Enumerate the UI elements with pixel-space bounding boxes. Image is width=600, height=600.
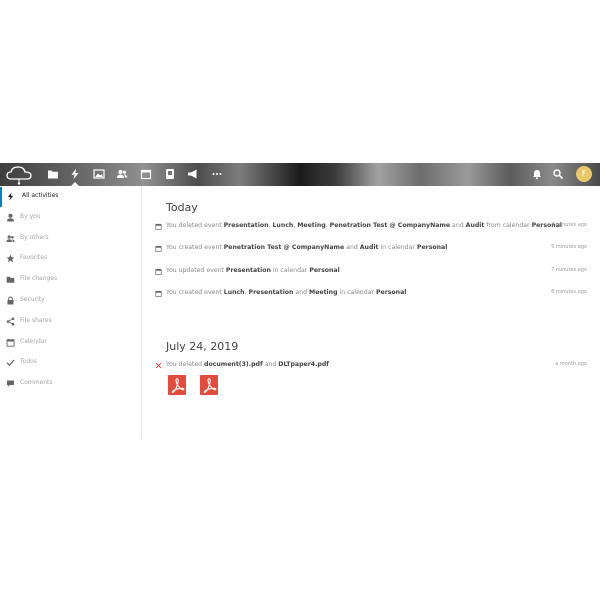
calendar-icon: [6, 338, 15, 347]
activity-item: You created event Lunch, Presentation an…: [155, 289, 587, 301]
calendar-icon: [155, 223, 162, 230]
checkmark-icon: [6, 358, 15, 367]
activity-object-link[interactable]: Personal: [376, 289, 406, 296]
activity-text: in calendar: [270, 266, 310, 274]
calendar-icon: [155, 268, 162, 275]
sidebar-item-favorites[interactable]: Favorites: [0, 249, 141, 269]
folder-icon: [6, 275, 15, 284]
activity-subject: You updated event Presentation in calend…: [166, 267, 340, 274]
activity-object-link[interactable]: Lunch: [224, 289, 245, 296]
activity-object-link[interactable]: DLTpaper4.pdf: [278, 361, 329, 368]
sidebar-item-calendar[interactable]: Calendar: [0, 333, 141, 353]
delete-icon: [155, 362, 162, 369]
activity-object-link[interactable]: Audit: [466, 222, 485, 229]
sidebar-item-label: File changes: [20, 275, 58, 283]
contacts-icon[interactable]: [116, 168, 128, 180]
activity-object-link[interactable]: Personal: [309, 267, 339, 274]
header-bar: F: [0, 163, 600, 186]
files-icon[interactable]: [47, 168, 59, 180]
calendar-icon: [155, 245, 162, 253]
user-avatar[interactable]: F: [576, 166, 592, 182]
deck-icon[interactable]: [164, 168, 176, 180]
activity-object-link[interactable]: Lunch: [272, 222, 293, 229]
sidebar-item-by-others[interactable]: By others: [0, 229, 141, 249]
activity-object-link[interactable]: Penetration Test @ CompanyName: [224, 244, 344, 251]
user-icon: [6, 213, 15, 222]
activity-text: from calendar: [484, 222, 532, 229]
activity-stream: Today You deleted event Presentation, Lun…: [142, 186, 600, 438]
activity-text: You updated event: [166, 266, 226, 274]
sidebar-item-security[interactable]: Security: [0, 291, 141, 311]
sidebar-item-todos[interactable]: Todos: [0, 353, 141, 373]
activity-subject: You created event Penetration Test @ Com…: [166, 244, 447, 251]
activity-item: You deleted event Presentation, Lunch, M…: [155, 222, 587, 234]
more-icon[interactable]: [211, 168, 223, 180]
star-icon: [6, 254, 15, 263]
activity-subject: You deleted event Presentation, Lunch, M…: [166, 222, 562, 229]
search-icon[interactable]: [552, 168, 564, 180]
activity-item: You updated event Presentation in calend…: [155, 267, 587, 279]
activity-text: in calendar: [378, 244, 417, 252]
activity-object-link[interactable]: Presentation: [249, 289, 294, 296]
activity-text: You created event: [166, 244, 224, 252]
activity-object-link[interactable]: Personal: [417, 244, 447, 251]
sidebar-item-comments[interactable]: Comments: [0, 374, 141, 394]
comment-icon: [6, 379, 15, 388]
share-icon: [6, 317, 15, 326]
section-heading: Today: [166, 201, 198, 214]
activity-subject: You deleted document(3).pdf and DLTpaper…: [166, 361, 329, 368]
activity-icon[interactable]: [69, 168, 81, 180]
sidebar-item-label: Security: [20, 296, 45, 303]
app-window: F All activities By you By others Favorites…: [0, 163, 600, 438]
sidebar-item-file-shares[interactable]: File shares: [0, 312, 141, 332]
activity-object-link[interactable]: Meeting: [297, 222, 325, 229]
activity-object-link[interactable]: document(3).pdf: [204, 361, 263, 368]
activity-timestamp: 5 minutes ago: [551, 244, 587, 251]
sidebar-item-file-changes[interactable]: File changes: [0, 270, 141, 290]
sidebar-item-label: All activities: [22, 192, 59, 199]
activity-text: and: [293, 288, 310, 296]
section-heading: July 24, 2019: [166, 340, 239, 353]
sidebar-item-label: By others: [20, 233, 49, 241]
lightning-icon: [6, 192, 15, 201]
activity-object-link[interactable]: Penetration Test @ CompanyName: [330, 222, 450, 229]
activity-object-link[interactable]: Presentation: [226, 267, 271, 274]
gallery-icon[interactable]: [93, 168, 105, 180]
activity-text: and: [450, 222, 466, 229]
activity-text: You deleted: [166, 361, 205, 368]
calendar-icon[interactable]: [140, 168, 152, 180]
activity-text: and: [262, 361, 279, 368]
calendar-icon: [155, 290, 162, 297]
activity-object-link[interactable]: Presentation: [224, 222, 269, 229]
sidebar-item-label: File shares: [20, 316, 52, 324]
pdf-icon[interactable]: [168, 375, 186, 395]
sidebar-item-label: Comments: [20, 379, 53, 387]
activity-object-link[interactable]: Audit: [360, 244, 379, 251]
pdf-icon[interactable]: [200, 375, 218, 395]
activity-timestamp: 7 minutes ago: [551, 266, 587, 273]
activity-item: You deleted document(3).pdf and DLTpaper…: [155, 361, 587, 373]
activity-item: You created event Penetration Test @ Com…: [155, 244, 587, 256]
activity-text: You deleted event: [166, 222, 224, 229]
lock-icon: [6, 296, 15, 305]
activity-object-link[interactable]: Meeting: [309, 289, 337, 296]
announcements-icon[interactable]: [187, 168, 199, 180]
users-icon: [6, 234, 15, 243]
cloud-logo-icon[interactable]: [4, 164, 34, 185]
sidebar-item-label: Calendar: [20, 337, 47, 345]
activity-text: and: [344, 244, 360, 252]
activity-timestamp: 8 minutes ago: [551, 288, 587, 295]
sidebar-item-by-you[interactable]: By you: [0, 208, 141, 228]
sidebar-item-all-activities[interactable]: All activities: [0, 187, 141, 207]
notifications-icon[interactable]: [531, 168, 543, 180]
activity-text: You created event: [166, 288, 224, 296]
activity-timestamp: a month ago: [555, 361, 587, 367]
activity-timestamp: 4 minutes ago: [551, 222, 587, 228]
sidebar-item-label: Todos: [20, 358, 37, 366]
sidebar-item-label: Favorites: [20, 254, 48, 262]
sidebar-item-label: By you: [20, 212, 41, 220]
activity-subject: You created event Lunch, Presentation an…: [166, 289, 406, 296]
activity-text: in calendar: [337, 288, 376, 296]
activity-sidebar: All activities By you By others Favorites Fi…: [0, 186, 142, 438]
